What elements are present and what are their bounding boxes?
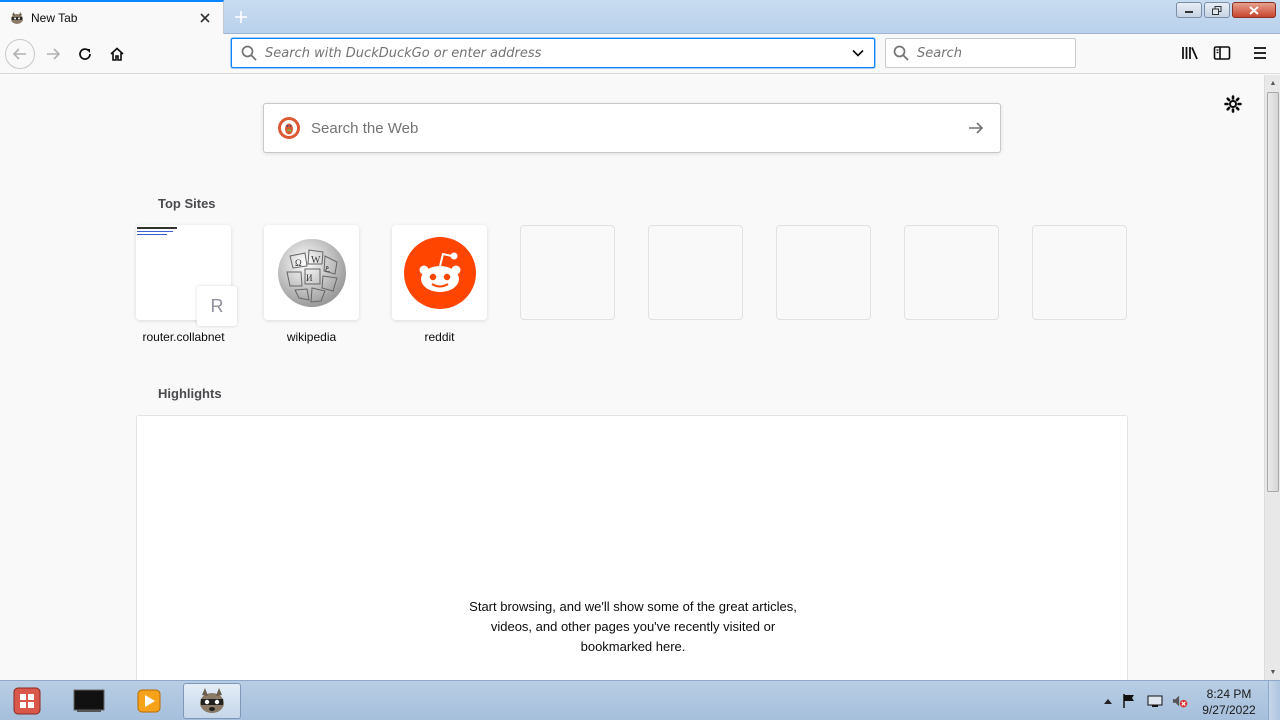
arrow-right-icon[interactable] [966, 118, 986, 138]
home-button[interactable] [102, 39, 132, 69]
highlights-heading: Highlights [158, 386, 222, 401]
page-preview [137, 227, 197, 235]
chevron-down-icon[interactable] [850, 45, 866, 61]
empty-tile [1032, 225, 1127, 344]
empty-tile-placeholder [648, 225, 743, 320]
taskbar-media-player[interactable] [120, 683, 178, 719]
windows-logo-icon [13, 687, 41, 715]
sidebar-button[interactable] [1213, 44, 1231, 62]
home-icon [110, 47, 124, 61]
empty-message-line: Start browsing, and we'll show some of t… [469, 599, 797, 614]
svg-text:W: W [311, 255, 321, 266]
empty-tile [904, 225, 999, 344]
site-thumbnail: Ω W И ع [264, 225, 359, 320]
taskbar-terminal[interactable] [60, 683, 118, 719]
minimize-button[interactable] [1176, 2, 1202, 18]
scroll-up-arrow-icon[interactable]: ▲ [1265, 75, 1280, 91]
empty-tile-placeholder [904, 225, 999, 320]
volume-muted-icon[interactable] [1172, 693, 1188, 709]
tab-strip: New Tab [0, 0, 1280, 34]
scroll-down-arrow-icon[interactable]: ▼ [1265, 664, 1280, 680]
tab-new-tab[interactable]: New Tab [0, 0, 224, 34]
new-tab-button[interactable] [230, 6, 252, 28]
web-search-box[interactable] [263, 103, 1001, 153]
svg-text:Ω: Ω [295, 258, 302, 268]
window-close-button[interactable] [1232, 2, 1276, 18]
close-tab-icon[interactable] [197, 10, 213, 26]
network-icon[interactable] [1147, 693, 1163, 709]
system-clock[interactable]: 8:24 PM 9/27/2022 [1196, 686, 1262, 718]
duckduckgo-icon [277, 116, 301, 140]
empty-message-line: bookmarked here. [580, 639, 686, 654]
reddit-icon [403, 236, 476, 309]
forward-button[interactable] [38, 39, 68, 69]
terminal-icon [73, 689, 105, 712]
reload-button[interactable] [70, 39, 100, 69]
empty-tile-placeholder [776, 225, 871, 320]
start-button[interactable] [0, 683, 54, 719]
clock-time: 8:24 PM [1206, 687, 1252, 701]
library-button[interactable] [1181, 44, 1199, 62]
empty-tile [648, 225, 743, 344]
tile-label: wikipedia [286, 330, 337, 344]
top-site-tile[interactable]: reddit [392, 225, 487, 344]
site-thumbnail [392, 225, 487, 320]
library-icon [1182, 47, 1198, 60]
tile-label: router.collabnet [142, 330, 225, 344]
new-tab-page: Top Sites R router.collabnet [0, 75, 1264, 680]
gear-icon[interactable] [1224, 95, 1242, 113]
top-site-tile[interactable]: Ω W И ع wikipedia [264, 225, 359, 344]
navigation-toolbar [0, 34, 1280, 74]
arrow-right-icon [47, 48, 61, 60]
empty-tile [776, 225, 871, 344]
arrow-left-icon [12, 48, 26, 60]
taskbar-browser[interactable] [183, 683, 241, 719]
highlights-panel: Start browsing, and we'll show some of t… [136, 415, 1128, 680]
svg-text:И: И [306, 273, 313, 283]
raccoon-icon [9, 10, 25, 26]
tile-label: reddit [424, 330, 455, 344]
top-sites-grid: R router.collabnet Ω W И ع wikipedia red… [136, 225, 1127, 344]
empty-message-line: videos, and other pages you've recently … [490, 619, 776, 634]
search-bar[interactable] [885, 38, 1087, 68]
wikipedia-globe-icon: Ω W И ع [277, 238, 346, 307]
highlights-empty-message: Start browsing, and we'll show some of t… [137, 597, 1129, 657]
fallback-letter: R [197, 286, 237, 326]
empty-tile-placeholder [520, 225, 615, 320]
top-site-tile[interactable]: R router.collabnet [136, 225, 237, 344]
reload-icon [79, 48, 91, 60]
web-search-input[interactable] [311, 119, 966, 137]
address-bar[interactable] [231, 38, 875, 68]
empty-tile-placeholder [1032, 225, 1127, 320]
raccoon-icon [200, 688, 224, 713]
back-button[interactable] [5, 39, 35, 69]
search-input[interactable] [917, 45, 1087, 61]
scrollbar-thumb[interactable] [1267, 92, 1279, 492]
svg-text:ع: ع [325, 263, 330, 272]
clock-date: 9/27/2022 [1202, 703, 1256, 717]
media-player-icon [137, 689, 161, 713]
search-icon [241, 45, 257, 61]
vertical-scrollbar[interactable]: ▲ ▼ [1264, 75, 1280, 680]
tab-title: New Tab [31, 11, 78, 25]
site-thumbnail: R [136, 225, 237, 326]
address-input[interactable] [265, 45, 850, 61]
sidebar-icon [1213, 46, 1231, 60]
empty-tile [520, 225, 615, 344]
show-hidden-icons-icon[interactable] [1100, 693, 1116, 709]
show-desktop-button[interactable] [1268, 681, 1280, 720]
menu-button[interactable] [1251, 44, 1269, 62]
top-sites-heading: Top Sites [158, 196, 216, 211]
restore-button[interactable] [1204, 2, 1230, 18]
action-center-flag-icon[interactable] [1121, 693, 1137, 709]
hamburger-icon [1254, 47, 1266, 59]
taskbar: 8:24 PM 9/27/2022 [0, 680, 1280, 720]
plus-icon [235, 11, 247, 23]
search-icon [893, 45, 909, 61]
window-controls [1176, 2, 1276, 20]
